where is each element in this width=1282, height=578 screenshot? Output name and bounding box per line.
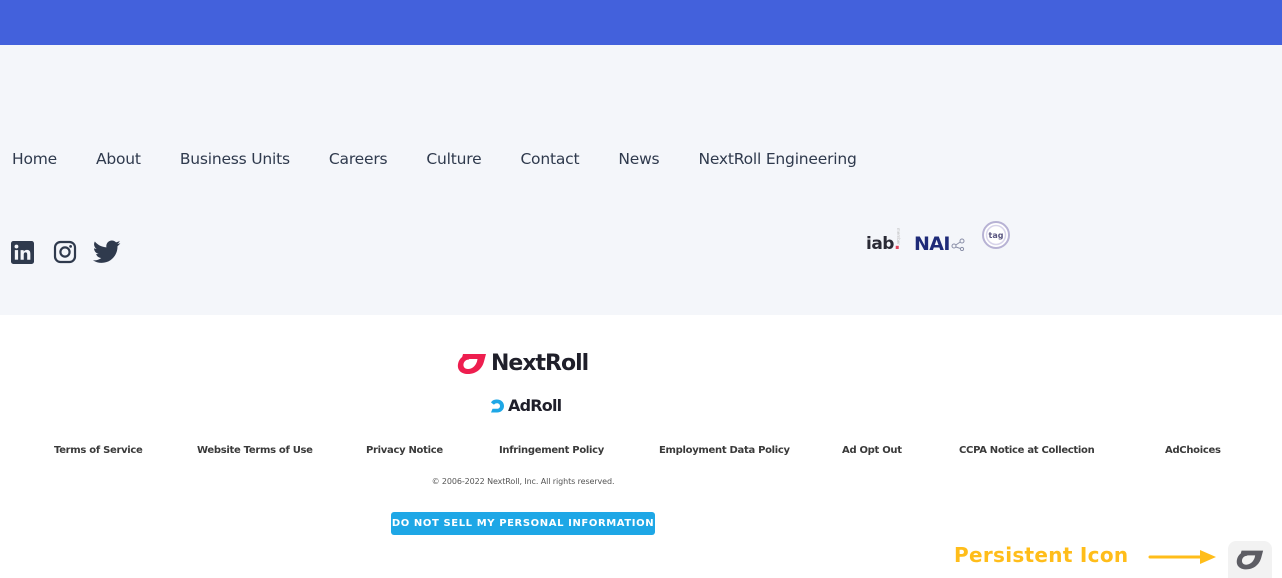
linkedin-icon[interactable] [11, 240, 34, 264]
nav-link-news[interactable]: News [618, 150, 659, 168]
legal-link-infringement-policy[interactable]: Infringement Policy [499, 445, 604, 456]
top-banner [0, 0, 1282, 45]
footer-nav: Home About Business Units Careers Cultur… [12, 148, 857, 170]
legal-link-ad-opt-out[interactable]: Ad Opt Out [842, 445, 902, 456]
adroll-logo[interactable]: AdRoll [489, 396, 562, 415]
legal-link-website-terms[interactable]: Website Terms of Use [197, 445, 313, 456]
instagram-icon[interactable] [53, 240, 77, 264]
do-not-sell-button[interactable]: DO NOT SELL MY PERSONAL INFORMATION [391, 512, 655, 535]
legal-links: Terms of Service Website Terms of Use Pr… [0, 445, 1282, 459]
annotation-arrow-icon [1148, 550, 1216, 564]
legal-link-privacy-notice[interactable]: Privacy Notice [366, 445, 443, 456]
legal-link-adchoices[interactable]: AdChoices [1165, 445, 1221, 456]
nai-network-icon [951, 238, 965, 251]
nai-logo[interactable]: NAI [914, 228, 965, 255]
persistent-icon-annotation: Persistent Icon [954, 543, 1129, 567]
copyright-text: © 2006-2022 NextRoll, Inc. All rights re… [431, 477, 615, 486]
nextroll-logo[interactable]: NextRoll [456, 351, 589, 376]
nav-link-business-units[interactable]: Business Units [180, 150, 290, 168]
legal-link-terms-of-service[interactable]: Terms of Service [54, 445, 143, 456]
nav-link-careers[interactable]: Careers [329, 150, 388, 168]
footer-top-section [0, 45, 1282, 315]
nextroll-mark-icon [1236, 550, 1264, 569]
twitter-icon[interactable] [93, 240, 121, 264]
adroll-mark-icon [491, 399, 504, 412]
nav-link-contact[interactable]: Contact [520, 150, 579, 168]
nav-link-culture[interactable]: Culture [426, 150, 481, 168]
legal-link-employment-data-policy[interactable]: Employment Data Policy [659, 445, 790, 456]
tag-badge-text: tag [988, 231, 1003, 240]
nav-link-nextroll-engineering[interactable]: NextRoll Engineering [698, 150, 856, 168]
nav-link-about[interactable]: About [96, 150, 141, 168]
persistent-privacy-button[interactable] [1228, 541, 1272, 578]
nextroll-mark-icon [457, 353, 486, 374]
nav-link-home[interactable]: Home [12, 150, 57, 168]
iab-logo[interactable]: iab. member [866, 228, 901, 254]
industry-badges: iab. member NAI tag [866, 221, 1011, 258]
legal-link-ccpa-notice[interactable]: CCPA Notice at Collection [959, 445, 1095, 456]
social-links [11, 240, 121, 264]
tag-certified-icon[interactable]: tag [981, 220, 1011, 250]
